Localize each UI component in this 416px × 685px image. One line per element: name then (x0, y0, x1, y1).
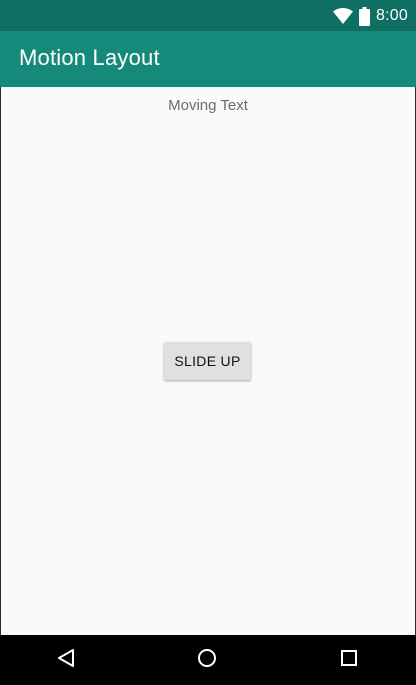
recents-button[interactable] (338, 649, 360, 671)
navigation-bar (0, 635, 416, 685)
status-bar: 8:00 (0, 0, 416, 31)
app-title: Motion Layout (19, 45, 160, 70)
moving-text-label: Moving Text (168, 97, 248, 114)
app-bar: Motion Layout (0, 31, 416, 87)
wifi-icon (333, 8, 354, 24)
back-icon (56, 648, 76, 672)
app-window: 8:00 Motion Layout Moving Text SLIDE UP (0, 0, 416, 685)
home-icon (197, 648, 217, 672)
slide-up-button[interactable]: SLIDE UP (164, 342, 251, 380)
status-time: 8:00 (376, 7, 408, 24)
status-indicators: 8:00 (333, 4, 408, 28)
back-button[interactable] (55, 649, 77, 671)
battery-icon (359, 6, 371, 26)
recents-icon (340, 649, 358, 671)
left-edge-divider (0, 87, 1, 635)
home-button[interactable] (196, 649, 218, 671)
motion-layout-content: Moving Text SLIDE UP (1, 87, 415, 635)
